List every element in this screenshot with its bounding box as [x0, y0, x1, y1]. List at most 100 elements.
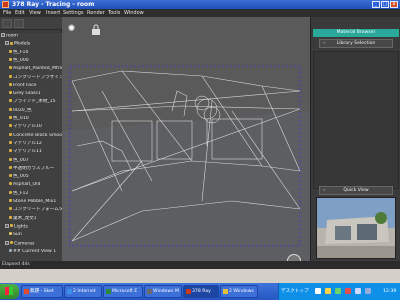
tree-item[interactable]: Asphalt_Painted_Mtrlc: [0, 66, 62, 72]
tree-item[interactable]: - Models: [0, 41, 62, 47]
expand-toggle-icon[interactable]: -: [5, 240, 9, 245]
tree-item[interactable]: Front Face: [0, 82, 62, 89]
tree-item[interactable]: - room: [0, 33, 62, 39]
tree-item-label: ブラインド_木材_15: [13, 99, 56, 105]
tray-icon[interactable]: [345, 288, 351, 294]
taskbar-item-internet[interactable]: 2 Internet: [64, 285, 102, 298]
material-browser-header: Material Browser: [313, 29, 399, 37]
scene-tool-button[interactable]: [2, 19, 12, 28]
expand-toggle-icon[interactable]: -: [5, 223, 9, 228]
menu-settings[interactable]: Settings: [63, 9, 84, 17]
menu-insert[interactable]: Insert: [46, 9, 60, 17]
tree-item-label: コンクリートブラザイン: [13, 74, 62, 80]
network-icon[interactable]: [365, 288, 371, 294]
desktop-label[interactable]: デスクトップ: [281, 283, 309, 300]
menu-tools[interactable]: Tools: [108, 9, 120, 17]
tree-item-label: コンクリートフォームタイ: [13, 207, 62, 213]
tree-item[interactable]: - Cameras: [0, 240, 62, 247]
menu-view[interactable]: View: [29, 9, 41, 17]
tray-icon[interactable]: [335, 288, 341, 294]
clock[interactable]: 12:39: [383, 283, 396, 300]
tree-item[interactable]: 0020_色: [0, 107, 62, 114]
taskbar-item-sketch[interactable]: 無題 - Sket: [21, 285, 63, 298]
minimize-button[interactable]: _: [372, 1, 380, 8]
render-preview-image: [317, 198, 395, 258]
material-icon: [9, 157, 12, 161]
material-icon: [9, 82, 12, 86]
tree-item[interactable]: Asphalt_Old: [0, 182, 62, 188]
tree-item-label: room: [6, 33, 18, 39]
menu-window[interactable]: Window: [124, 9, 144, 17]
tree-item[interactable]: マテリアル10: [0, 124, 62, 130]
tree-item[interactable]: Concrete Block Smoo: [0, 132, 62, 139]
tree-item[interactable]: コンクリートブラザイン: [0, 74, 62, 81]
tray-icon[interactable]: [325, 288, 331, 294]
right-panel: Material Browser » Library Selection » Q…: [310, 17, 400, 261]
speaker-icon[interactable]: [355, 288, 361, 294]
tree-item[interactable]: 色_000: [0, 57, 62, 64]
menu-render[interactable]: Render: [87, 9, 105, 17]
tree-item[interactable]: 色_007: [0, 157, 62, 164]
excel-icon: [106, 289, 111, 294]
maximize-button[interactable]: □: [381, 1, 389, 8]
taskbar-item-explorer[interactable]: 2 Windows: [220, 285, 258, 298]
library-selection-button[interactable]: » Library Selection: [319, 39, 393, 48]
tree-item-label: マテリアル10: [13, 124, 42, 130]
taskbar-item-ray[interactable]: 378 Ray: [183, 285, 219, 298]
tree-item[interactable]: マテリアル12: [0, 140, 62, 147]
tree-item[interactable]: - Lights: [0, 223, 62, 230]
folder-icon: [223, 289, 228, 294]
tree-item[interactable]: Sun: [0, 232, 62, 238]
expand-toggle-icon[interactable]: -: [1, 33, 5, 37]
menu-file[interactable]: File: [3, 9, 11, 17]
tree-item[interactable]: 色_F12: [0, 190, 62, 197]
tree-item[interactable]: 色_005: [0, 174, 62, 180]
material-icon: [9, 215, 12, 219]
start-button[interactable]: [0, 284, 19, 299]
tree-item-label: 0020_色: [13, 107, 32, 113]
taskbar-item-excel[interactable]: Microsoft E: [103, 285, 143, 298]
quick-view-button[interactable]: » Quick View: [319, 186, 393, 195]
sun-icon: [9, 232, 12, 236]
material-icon: [9, 124, 12, 128]
material-library-area[interactable]: [313, 51, 399, 189]
lock-icon[interactable]: [90, 24, 101, 35]
taskbar-item-label: Microsoft E: [112, 289, 138, 294]
taskbar-item-label: 2 Internet: [73, 289, 96, 294]
windows-logo-icon: [5, 287, 13, 295]
tree-item[interactable]: Stone Pebble_Mix1: [0, 199, 62, 205]
app-icon: [2, 1, 9, 8]
close-button[interactable]: x: [390, 1, 398, 8]
sketch-app-icon: [24, 289, 29, 294]
tree-item[interactable]: マテリアル11: [0, 149, 62, 155]
tree-item[interactable]: ## Current View 1: [0, 248, 62, 255]
tree-item-label: マテリアル12: [13, 140, 42, 146]
material-icon: [9, 182, 12, 186]
tree-item[interactable]: 葉木_茂文1: [0, 215, 62, 222]
tree-item[interactable]: 色_F10: [0, 49, 62, 56]
expand-toggle-icon[interactable]: -: [5, 41, 9, 46]
navigation-gizmo[interactable]: [287, 254, 301, 261]
material-icon: [9, 174, 12, 178]
scene-tool-button[interactable]: [14, 19, 24, 28]
title-bar: 378 Ray - Tracing - room _ □ x: [0, 0, 400, 9]
folder-icon: [10, 41, 13, 45]
scene-tree: - room - Models 色_F10 色_000 Asphalt_Painted_Mt…: [0, 33, 62, 261]
taskbar-item-windows-media[interactable]: Windows M: [144, 285, 182, 298]
tree-item[interactable]: コンクリートフォームタイ: [0, 207, 62, 213]
taskbar-item-label: 378 Ray: [192, 289, 211, 294]
viewport[interactable]: ✺: [62, 17, 310, 261]
tree-item-label: Concrete Block Smoo: [13, 132, 62, 138]
wireframe-scene: [62, 51, 310, 261]
menu-bar: File Edit View Insert Settings Render To…: [0, 9, 400, 17]
tree-item-label: 色_005: [13, 174, 29, 180]
tree-item[interactable]: 色_010: [0, 116, 62, 122]
lightbulb-icon[interactable]: ✺: [66, 24, 77, 35]
tree-item[interactable]: Grey Glass1: [0, 91, 62, 97]
tray-icon[interactable]: [315, 288, 321, 294]
media-icon: [147, 289, 152, 294]
tree-item[interactable]: 半透明ガラスブルー: [0, 165, 62, 172]
tree-item[interactable]: ブラインド_木材_15: [0, 99, 62, 105]
menu-edit[interactable]: Edit: [15, 9, 25, 17]
chevron-icon: »: [323, 188, 326, 193]
